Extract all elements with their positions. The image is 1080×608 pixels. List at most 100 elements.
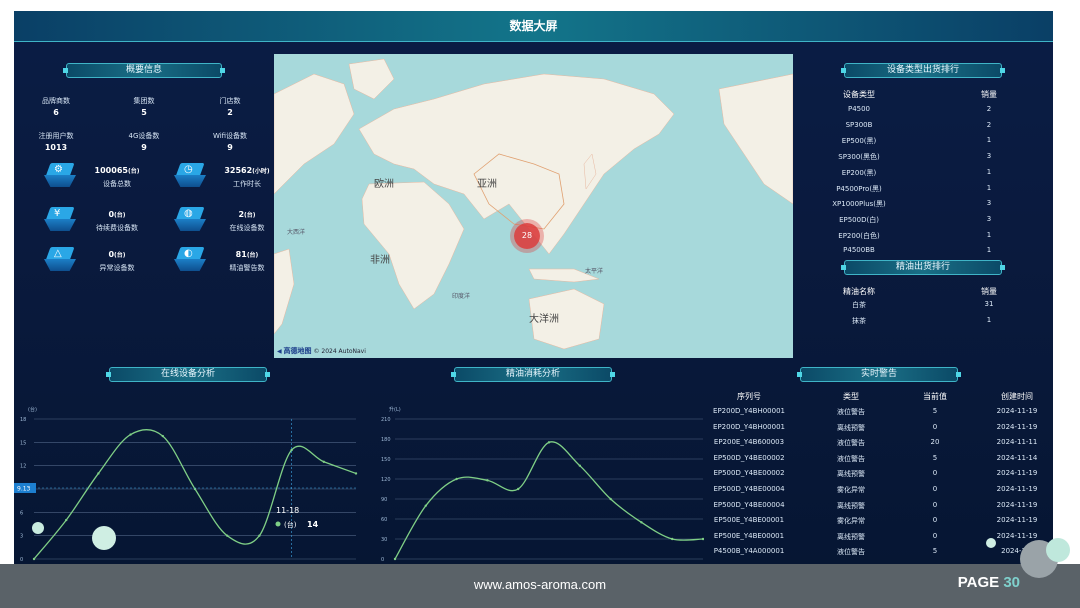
tile-value: 100065(台) (82, 166, 152, 175)
tile-label: 异常设备数 (99, 264, 135, 272)
table-row[interactable]: P4500Pro(黑) 1 (814, 184, 1044, 196)
map-label-africa: 非洲 (370, 255, 390, 266)
data-point[interactable] (547, 441, 551, 444)
deco-dot (1046, 538, 1070, 562)
drop-icon: ◐ (174, 247, 206, 273)
stat-value: 9 (227, 143, 233, 152)
data-point[interactable] (32, 557, 36, 561)
table-cell: 2024-11-19 (996, 407, 1038, 415)
table-cell: EP200D_Y4BH00001 (713, 422, 785, 431)
table-row[interactable]: P4500 2 (814, 105, 1044, 117)
tile-unit: (台) (244, 212, 256, 219)
data-point[interactable] (486, 479, 489, 482)
section-overview-title: 概要信息 (63, 63, 225, 78)
y-tick-label: 3 (20, 534, 23, 540)
stat-label: 4G设备数 (128, 132, 160, 140)
table-row[interactable]: EP500E_Y4BE00001 离线预警 0 2024-11-19 (704, 532, 1049, 544)
data-point[interactable] (290, 448, 293, 452)
tile-value: 2(台) (212, 210, 282, 219)
table-row[interactable]: EP500E_Y4BE00001 雾化异常 0 2024-11-19 (704, 516, 1049, 528)
data-point[interactable] (671, 537, 674, 541)
data-point[interactable] (455, 477, 458, 481)
data-point[interactable] (640, 521, 643, 524)
table-row[interactable]: EP200D_Y4BH00001 离线预警 0 2024-11-19 (704, 423, 1049, 435)
tile-label: 精油警告数 (229, 264, 265, 272)
data-point[interactable] (578, 464, 581, 467)
table-cell: 液位警告 (837, 408, 865, 416)
data-point[interactable] (393, 557, 397, 561)
table-cell: 0 (932, 516, 938, 525)
table-row[interactable]: EP200(黑) 1 (814, 168, 1044, 180)
table-row[interactable]: XP1000Plus(黑) 3 (814, 199, 1044, 211)
table-row[interactable]: EP500D_Y4BE00002 液位警告 5 2024-11-14 (704, 454, 1049, 466)
table-row[interactable]: EP500D(白) 3 (814, 215, 1044, 227)
data-point[interactable] (322, 460, 325, 463)
tile-unit: (台) (114, 252, 126, 259)
online-devices-chart[interactable]: (台)18151296309.1311-18(台)14 (14, 389, 359, 564)
table-cell: EP500D_Y4BE00002 (713, 453, 785, 462)
section-alerts-title: 实时警告 (797, 367, 961, 382)
stat-label: Wifi设备数 (212, 132, 248, 140)
table-cell: EP500D(白) (839, 215, 879, 224)
top-title-bar: 数据大屏 (14, 11, 1053, 42)
table-row[interactable]: SP300(黑色) 3 (814, 152, 1044, 164)
table-row[interactable]: 抹茶 1 (814, 316, 1044, 328)
stat-value: 1013 (44, 143, 68, 152)
table-cell: XP1000Plus(黑) (832, 200, 886, 209)
data-point[interactable] (354, 472, 358, 475)
table-cell: 2024-11-19 (996, 469, 1038, 478)
table-row[interactable]: 白茶 31 (814, 300, 1044, 312)
yen-icon: ¥ (44, 207, 76, 233)
stat-value: 6 (53, 108, 59, 117)
deco-dot (986, 538, 996, 548)
map-label-indian: 印度洋 (452, 293, 471, 300)
table-cell: 液位警告 (837, 548, 865, 557)
table-row[interactable]: EP500D_Y4BE00002 离线预警 0 2024-11-19 (704, 469, 1049, 481)
device-cluster-marker[interactable]: 28 (514, 223, 540, 249)
table-cell: P4500 (847, 105, 871, 113)
table-row[interactable]: P4500BB 1 (814, 246, 1044, 258)
table-cell: 液位警告 (837, 454, 865, 463)
tile-value: 32562(小时) (212, 166, 282, 175)
table-row[interactable]: EP500D_Y4BE00004 离线预警 0 2024-11-19 (704, 501, 1049, 513)
device-rank-table: 设备类型 销量 P4500 2 SP300B 2 EP500(黑) 1 SP300(黑色) 3 EP… (814, 89, 1044, 264)
data-point[interactable] (609, 497, 612, 501)
map-label-atlantic: 大西洋 (287, 229, 306, 236)
table-row[interactable]: EP500(黑) 1 (814, 136, 1044, 148)
footer-page-number: PAGE 30 (958, 574, 1020, 591)
data-point[interactable] (161, 434, 164, 438)
tile-label: 工作时长 (233, 180, 261, 188)
data-point[interactable] (424, 504, 427, 507)
gear-icon: ⚙ (44, 163, 76, 189)
tile-unit: (台) (127, 168, 140, 175)
table-row[interactable]: EP200D_Y4BH00001 液位警告 5 2024-11-19 (704, 407, 1049, 419)
table-row[interactable]: EP200E_Y4B600003 液位警告 20 2024-11-11 (704, 438, 1049, 450)
data-point[interactable] (226, 534, 229, 537)
table-cell: EP500D_Y4BE00004 (713, 485, 785, 493)
table-row[interactable]: P4500B_Y4A000001 液位警告 5 2024-11- (704, 547, 1049, 559)
tooltip-value: 14 (307, 520, 319, 529)
table-cell: 1 (986, 315, 992, 324)
world-map[interactable]: 欧洲 亚洲 非洲 大洋洲 大西洋 印度洋 太平洋 28 ◀ 高德地图 © 202… (274, 54, 793, 358)
table-row[interactable]: EP500D_Y4BE00004 雾化异常 0 2024-11-19 (704, 485, 1049, 497)
data-point[interactable] (517, 487, 520, 491)
tile-number: 81 (235, 250, 247, 259)
data-point[interactable] (65, 518, 68, 522)
table-row[interactable]: SP300B 2 (814, 121, 1044, 133)
y-tick-label: 12 (20, 464, 26, 470)
column-header: 精油名称 (843, 287, 875, 296)
table-cell: SP300(黑色) (838, 153, 880, 162)
data-point[interactable] (129, 433, 132, 436)
column-header: 创建时间 (1001, 392, 1033, 401)
table-cell: 5 (932, 547, 938, 556)
data-point[interactable] (258, 534, 261, 537)
table-cell: EP500E_Y4BE00001 (713, 516, 785, 525)
oil-consumption-chart[interactable]: 升(L) 210 180 150 120 90 60 30 0 (369, 389, 704, 564)
slide-footer: www.amos-aroma.com PAGE 30 (0, 564, 1080, 608)
table-row[interactable]: EP200(白色) 1 (814, 231, 1044, 243)
map-arrow-icon: ◀ (277, 348, 282, 355)
table-cell: 0 (932, 469, 938, 478)
data-point[interactable] (97, 472, 100, 475)
clock-icon: ◷ (174, 163, 206, 189)
table-cell: 3 (986, 152, 992, 161)
